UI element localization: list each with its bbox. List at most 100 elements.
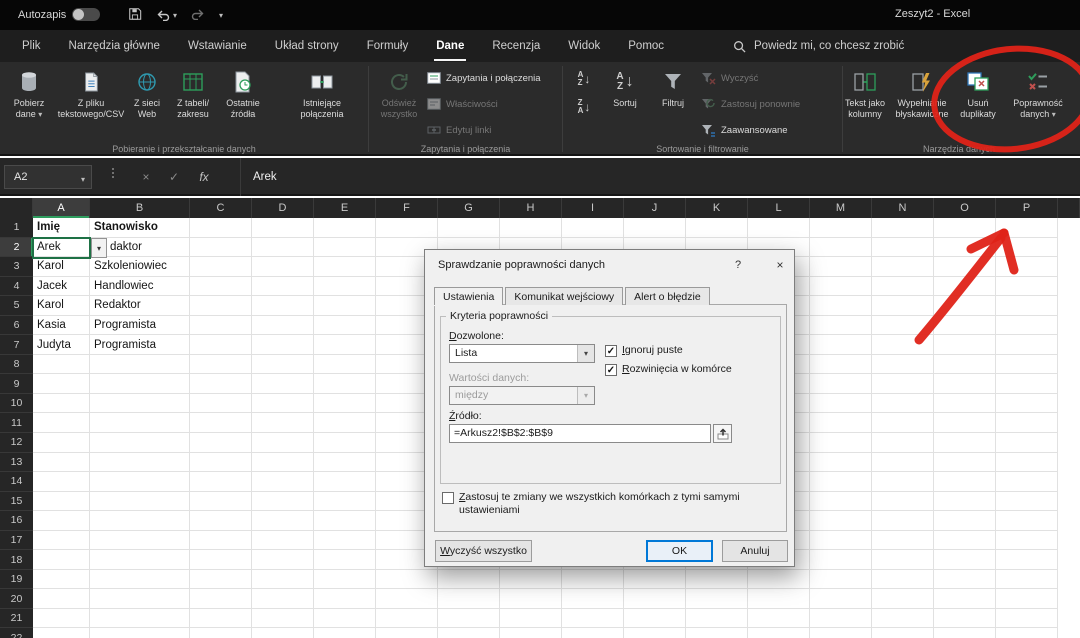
cell-B15[interactable] [90, 492, 190, 512]
tab-wstawianie[interactable]: Wstawianie [174, 30, 261, 62]
cell-M14[interactable] [810, 472, 872, 492]
cell-D12[interactable] [252, 433, 314, 453]
cell-L19[interactable] [748, 570, 810, 590]
cell-M7[interactable] [810, 335, 872, 355]
cell-B1[interactable]: Stanowisko [90, 218, 190, 238]
combo-caret-icon[interactable]: ▾ [577, 345, 594, 362]
cell-E16[interactable] [314, 511, 376, 531]
cell-M16[interactable] [810, 511, 872, 531]
cell-M6[interactable] [810, 316, 872, 336]
cell-A22[interactable] [33, 628, 90, 638]
checkbox-checked-icon[interactable]: ✓ [605, 364, 617, 376]
column-header-I[interactable]: I [562, 198, 624, 218]
cell-O17[interactable] [934, 531, 996, 551]
cell-C2[interactable] [190, 238, 252, 258]
cell-A4[interactable]: Jacek [33, 277, 90, 297]
cell-H1[interactable] [500, 218, 562, 238]
column-header-C[interactable]: C [190, 198, 252, 218]
cell-J1[interactable] [624, 218, 686, 238]
cell-B7[interactable]: Programista [90, 335, 190, 355]
autosave-toggle[interactable] [72, 8, 100, 21]
cell-K21[interactable] [686, 609, 748, 629]
cell-P15[interactable] [996, 492, 1058, 512]
cell-E10[interactable] [314, 394, 376, 414]
cell-P5[interactable] [996, 296, 1058, 316]
cell-P1[interactable] [996, 218, 1058, 238]
confirm-entry-icon[interactable]: ✓ [162, 165, 186, 189]
cell-N20[interactable] [872, 589, 934, 609]
tab-uklad-strony[interactable]: Układ strony [261, 30, 353, 62]
cell-F20[interactable] [376, 589, 438, 609]
cell-D19[interactable] [252, 570, 314, 590]
ignore-blank-checkbox[interactable]: ✓ Ignoruj puste [605, 344, 683, 357]
cell-C6[interactable] [190, 316, 252, 336]
cell-A12[interactable] [33, 433, 90, 453]
cell-N2[interactable] [872, 238, 934, 258]
cell-G21[interactable] [438, 609, 500, 629]
cell-D20[interactable] [252, 589, 314, 609]
cell-L1[interactable] [748, 218, 810, 238]
cell-B10[interactable] [90, 394, 190, 414]
tab-pomoc[interactable]: Pomoc [614, 30, 678, 62]
cell-E11[interactable] [314, 413, 376, 433]
row-header-13[interactable]: 13 [0, 453, 33, 473]
cell-B22[interactable] [90, 628, 190, 638]
edit-links-button[interactable]: Edytuj linki [427, 119, 491, 141]
advanced-button[interactable]: Zaawansowane [701, 119, 788, 141]
tab-widok[interactable]: Widok [554, 30, 614, 62]
cell-M22[interactable] [810, 628, 872, 638]
cell-M19[interactable] [810, 570, 872, 590]
cell-J21[interactable] [624, 609, 686, 629]
cell-N16[interactable] [872, 511, 934, 531]
cell-C3[interactable] [190, 257, 252, 277]
cell-I19[interactable] [562, 570, 624, 590]
cell-B17[interactable] [90, 531, 190, 551]
cell-C7[interactable] [190, 335, 252, 355]
cell-E8[interactable] [314, 355, 376, 375]
cell-P18[interactable] [996, 550, 1058, 570]
column-header-D[interactable]: D [252, 198, 314, 218]
cell-M12[interactable] [810, 433, 872, 453]
existing-connections-button[interactable]: Istniejące połączenia [288, 65, 356, 139]
cell-E12[interactable] [314, 433, 376, 453]
row-header-17[interactable]: 17 [0, 531, 33, 551]
cell-M21[interactable] [810, 609, 872, 629]
collapse-dialog-button[interactable] [713, 424, 732, 443]
cell-E14[interactable] [314, 472, 376, 492]
checkbox-unchecked-icon[interactable] [442, 492, 454, 504]
cell-N7[interactable] [872, 335, 934, 355]
row-header-14[interactable]: 14 [0, 472, 33, 492]
cell-B11[interactable] [90, 413, 190, 433]
cell-O8[interactable] [934, 355, 996, 375]
row-header-12[interactable]: 12 [0, 433, 33, 453]
tab-formuly[interactable]: Formuły [353, 30, 423, 62]
cell-D3[interactable] [252, 257, 314, 277]
queries-connections-button[interactable]: Zapytania i połączenia [427, 67, 541, 89]
cell-N8[interactable] [872, 355, 934, 375]
cell-M8[interactable] [810, 355, 872, 375]
checkbox-checked-icon[interactable]: ✓ [605, 345, 617, 357]
cell-K20[interactable] [686, 589, 748, 609]
get-data-button[interactable]: Pobierz dane ▾ [4, 65, 54, 139]
cell-N6[interactable] [872, 316, 934, 336]
cell-A8[interactable] [33, 355, 90, 375]
cell-P22[interactable] [996, 628, 1058, 638]
cell-G22[interactable] [438, 628, 500, 638]
cell-O4[interactable] [934, 277, 996, 297]
row-header-2[interactable]: 2 [0, 238, 33, 258]
cell-B13[interactable] [90, 453, 190, 473]
cell-B12[interactable] [90, 433, 190, 453]
cell-N18[interactable] [872, 550, 934, 570]
cell-M11[interactable] [810, 413, 872, 433]
cell-A19[interactable] [33, 570, 90, 590]
row-header-10[interactable]: 10 [0, 394, 33, 414]
cell-B18[interactable] [90, 550, 190, 570]
cell-H21[interactable] [500, 609, 562, 629]
cell-E7[interactable] [314, 335, 376, 355]
cell-M4[interactable] [810, 277, 872, 297]
cell-C8[interactable] [190, 355, 252, 375]
cell-A14[interactable] [33, 472, 90, 492]
cell-D22[interactable] [252, 628, 314, 638]
cell-F1[interactable] [376, 218, 438, 238]
column-header-O[interactable]: O [934, 198, 996, 218]
